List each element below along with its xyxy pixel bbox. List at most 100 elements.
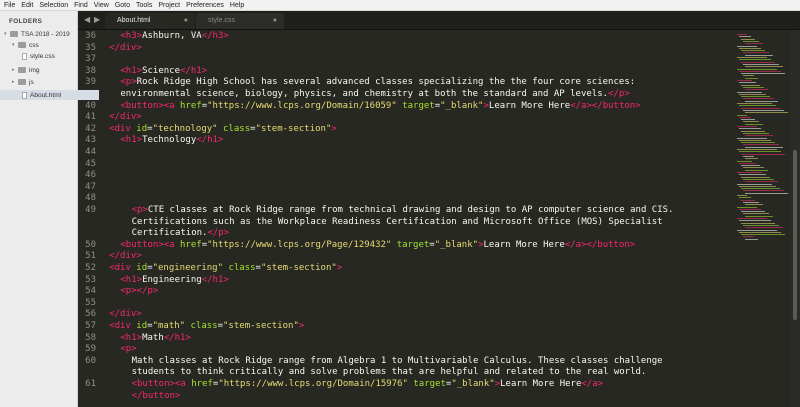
code-tag: </p> [608,89,630,99]
minimap-line [741,61,775,63]
code-tag: <div [109,123,131,134]
tab-label: About.html [117,17,151,24]
minimap-line [741,73,785,75]
minimap-line [737,172,762,173]
code-line[interactable]: <button><a href="https://www.lcps.org/Pa… [120,240,635,250]
folder-icon [18,42,26,48]
code-tag: <p> [120,344,137,355]
file-item[interactable]: style.css [22,51,55,61]
line-number: 59 [85,344,96,355]
code-line[interactable]: Certification.</p> [132,228,230,238]
code-text: Math classes at Rock Ridge range from Al… [131,355,663,366]
code-line[interactable]: <p>Rock Ridge High School has several ad… [120,77,635,87]
tab-style-css[interactable]: style.css ● [196,13,284,29]
code-attribute: href [191,379,213,389]
minimap-line [741,211,765,213]
code-line[interactable]: <h1>Math</h1> [120,333,190,343]
minimap-line [743,132,769,134]
minimap-line [737,206,757,208]
code-line[interactable]: Certifications such as the Workplace Rea… [132,217,663,227]
line-number: 35 [85,42,96,53]
code-line[interactable]: <div id="math" class="stem-section"> [109,321,304,331]
code-line[interactable]: </div> [109,251,142,261]
menu-project[interactable]: Project [158,0,180,11]
minimap-line [743,52,769,54]
code-line[interactable]: </div> [109,43,142,53]
code-tag: </div> [109,112,142,123]
menu-goto[interactable]: Goto [115,0,130,11]
code-line[interactable]: <h1>Technology</h1> [120,135,223,145]
file-icon [22,91,27,99]
minimap-line [739,82,756,84]
code-line[interactable]: </div> [109,112,142,122]
minimap[interactable] [733,30,790,407]
code-line[interactable]: <button><a href="https://www.lcps.org/Do… [120,101,640,111]
minimap-line [741,130,765,132]
line-number: 46 [85,170,96,181]
minimap-line [741,153,785,155]
tab-prev-icon[interactable]: ◀ [84,14,90,26]
menu-find[interactable]: Find [74,0,88,11]
code-line[interactable]: </button> [132,391,181,401]
scrollbar-thumb[interactable] [793,150,797,320]
folder-item[interactable]: ▸ js [12,77,34,87]
code-line[interactable]: environmental science, biology, physics,… [120,89,629,99]
code-string: "_blank" [451,379,495,389]
folder-item[interactable]: ▸ img [12,65,39,75]
minimap-line [739,139,771,141]
code-tag: > [331,123,337,134]
code-line[interactable]: <h1>Science</h1> [120,66,207,76]
minimap-line [737,149,777,150]
line-number: 48 [85,193,96,204]
minimap-line [745,112,788,114]
minimap-line [745,66,783,68]
menu-help[interactable]: Help [230,0,244,11]
minimap-line [739,59,771,61]
folder-item[interactable]: ▾ css [12,40,39,50]
menu-selection[interactable]: Selection [39,0,68,11]
minimap-line [739,174,766,176]
code-attribute: target [396,239,430,250]
menu-preferences[interactable]: Preferences [186,0,224,11]
code-line[interactable]: <button><a href="https://www.lcps.org/Do… [132,379,603,389]
tab-next-icon[interactable]: ▶ [94,14,100,26]
minimap-line [745,146,783,148]
code-string: "math" [152,321,186,331]
minimap-line [745,89,768,91]
close-icon[interactable]: ● [184,13,188,29]
code-text: Rock Ridge High School has several advan… [136,77,636,88]
minimap-line [741,234,785,236]
code-line[interactable]: <div id="engineering" class="stem-sectio… [109,263,342,273]
file-icon [22,52,27,60]
code-tag: <div [109,263,131,273]
code-line[interactable]: </div> [109,309,142,319]
code-tag: </h1> [201,274,229,285]
folders-header: FOLDERS [9,18,43,25]
menu-view[interactable]: View [94,0,109,11]
code-line[interactable]: <h3>Ashburn, VA</h3> [120,31,228,41]
code-line[interactable]: students to think critically and solve p… [132,367,647,377]
code-string: "https://www.lcps.org/Domain/16059" [207,100,397,111]
folder-item[interactable]: ▾ TSA 2018 - 2019 [4,29,70,39]
minimap-line [745,227,783,229]
code-line[interactable]: <p></p> [120,286,158,296]
line-number: 56 [85,309,96,320]
code-line[interactable]: <div id="technology" class="stem-section… [109,124,337,134]
code-line[interactable]: <p>CTE classes at Rock Ridge range from … [132,205,674,215]
menu-file[interactable]: File [4,0,15,11]
minimap-line [737,34,747,35]
minimap-line [745,181,778,183]
tab-about-html[interactable]: About.html ● [105,13,195,29]
code-line[interactable]: <p> [120,344,136,354]
code-editor[interactable]: 36 <h3>Ashburn, VA</h3> 35 </div> 37 38 <h1>Sc… [78,30,733,407]
minimap-line [739,151,781,153]
code-text: environmental science, biology, physics,… [120,89,609,99]
minimap-line [739,47,761,49]
code-line[interactable]: Math classes at Rock Ridge range from Al… [132,356,663,366]
minimap-line [737,218,767,219]
close-icon[interactable]: ● [273,13,277,29]
menu-edit[interactable]: Edit [21,0,33,11]
code-string: "stem-section" [223,321,299,331]
code-line[interactable]: <h1>Engineering</h1> [120,275,228,285]
menu-tools[interactable]: Tools [136,0,152,11]
